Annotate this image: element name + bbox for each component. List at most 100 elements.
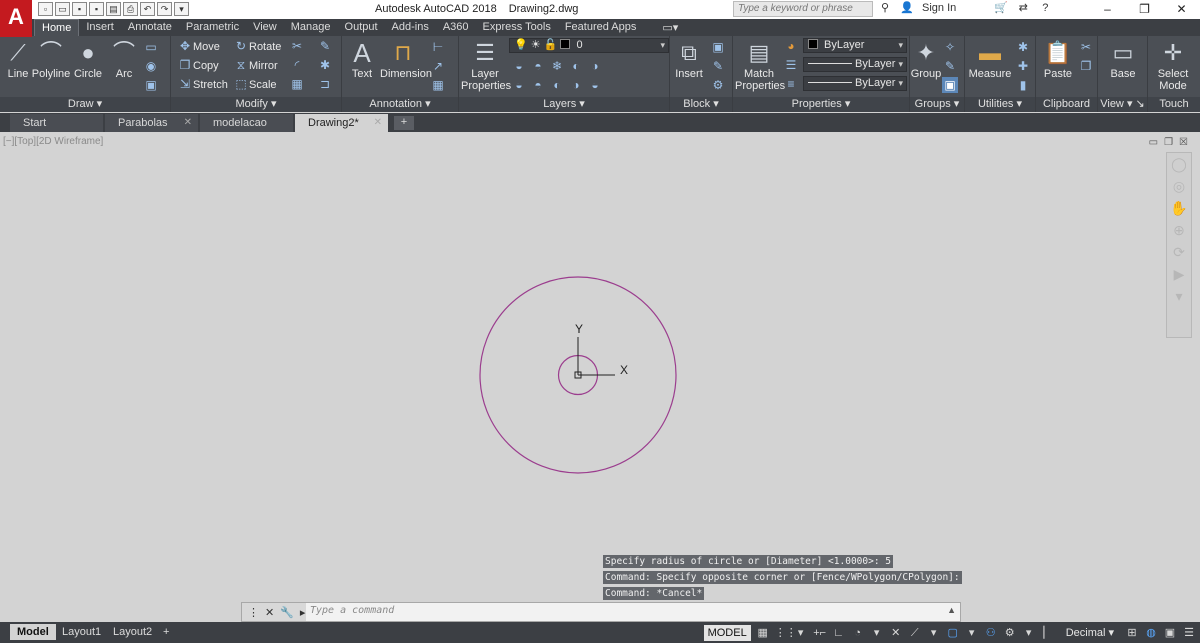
layout-tab-model[interactable]: Model <box>10 624 56 640</box>
panel-title-utilities[interactable]: Utilities ▾ <box>965 97 1035 112</box>
attribute-icon[interactable]: ⚙ <box>710 77 726 93</box>
tab-output[interactable]: Output <box>338 19 385 36</box>
object-snap-dropdown-icon[interactable]: ▾ <box>927 625 941 641</box>
close-tab-icon[interactable]: ✕ <box>374 114 382 132</box>
undo-icon[interactable]: ↶ <box>140 2 155 16</box>
tab-annotate[interactable]: Annotate <box>121 19 179 36</box>
layer-off-icon[interactable]: ◒ <box>511 58 527 74</box>
mirror-button[interactable]: ⧖ Mirror <box>233 56 278 74</box>
color-dropdown[interactable]: ByLayer <box>803 38 907 53</box>
panel-title-draw[interactable]: Draw ▾ <box>0 97 170 112</box>
annotation-monitor-icon[interactable]: ▏ <box>1041 625 1055 641</box>
group-edit-icon[interactable]: ✎ <box>942 58 958 74</box>
group-selection-icon[interactable]: ▣ <box>942 77 958 93</box>
hatch-icon[interactable]: ◉ <box>143 58 159 74</box>
search-input[interactable]: Type a keyword or phrase <box>733 1 873 17</box>
osnap-dropdown-icon[interactable]: ▾ <box>965 625 979 641</box>
sign-in-button[interactable]: Sign In <box>922 2 956 14</box>
cart-icon[interactable]: 🛒 <box>994 1 1008 15</box>
doc-tab-parabolas[interactable]: Parabolas ✕ <box>105 114 198 132</box>
workspace-dropdown-icon[interactable]: ▾ <box>1022 625 1036 641</box>
command-history-toggle-icon[interactable]: ▲ <box>947 605 956 615</box>
copy-button[interactable]: ❐ Copy <box>177 56 219 74</box>
table-icon[interactable]: ▦ <box>430 77 446 93</box>
restore-icon[interactable]: ❐ <box>1126 0 1163 19</box>
move-button[interactable]: ✥ Move <box>177 37 220 55</box>
region-icon[interactable]: ▣ <box>143 77 159 93</box>
panel-title-annotation[interactable]: Annotation ▾ <box>342 97 458 112</box>
layer-freeze-icon[interactable]: ❄ <box>549 58 565 74</box>
explode-icon[interactable]: ✱ <box>317 57 333 73</box>
units-dropdown[interactable]: Decimal ▾ <box>1060 626 1120 639</box>
quick-select-icon[interactable]: ✱ <box>1015 39 1031 55</box>
ortho-icon[interactable]: ∟ <box>832 625 846 641</box>
exchange-icon[interactable]: ⇄ <box>1016 1 1030 15</box>
dynamic-input-icon[interactable]: +⌐ <box>813 625 827 641</box>
isodraft-icon[interactable]: ✕ <box>889 625 903 641</box>
ribbon-minimize-icon[interactable]: ▭▾ <box>655 19 678 36</box>
copy-clip-icon[interactable]: ❐ <box>1078 58 1094 74</box>
measure-button[interactable]: ▬ Measure <box>967 38 1013 80</box>
layer-copy-icon[interactable]: ◒ <box>587 77 603 93</box>
close-tab-icon[interactable]: ✕ <box>184 114 192 132</box>
status-customize-icon[interactable]: ☰ <box>1182 625 1196 641</box>
model-space-toggle[interactable]: MODEL <box>703 624 751 641</box>
tab-parametric[interactable]: Parametric <box>179 19 246 36</box>
stretch-button[interactable]: ⇲ Stretch <box>177 75 228 93</box>
open-file-icon[interactable]: ▭ <box>55 2 70 16</box>
object-snap-icon[interactable]: ▢ <box>946 625 960 641</box>
drawing-canvas[interactable]: [−][Top][2D Wireframe] ▭ ❐ ☒ ◯ ◎ ✋ ⊕ ⟳ ▶… <box>0 132 1200 622</box>
workspace-gear-icon[interactable]: ⚙ <box>1003 625 1017 641</box>
customize-wrench-icon[interactable]: 🔧 <box>280 606 294 619</box>
rectangle-icon[interactable]: ▭ <box>143 39 159 55</box>
linear-dimension-icon[interactable]: ⊢ <box>430 39 446 55</box>
command-input[interactable]: Type a command <box>310 605 394 616</box>
annotation-scale-icon[interactable]: ⚇ <box>984 625 998 641</box>
panel-title-layers[interactable]: Layers ▾ <box>459 97 669 112</box>
save-as-icon[interactable]: ▪ <box>89 2 104 16</box>
polar-tracking-icon[interactable]: ◔ <box>851 625 865 641</box>
app-menu-button[interactable]: A <box>0 0 32 37</box>
layer-unisolate-icon[interactable]: ◒ <box>511 77 527 93</box>
linetype-dropdown[interactable]: ByLayer <box>803 57 907 72</box>
user-icon[interactable]: 👤 <box>900 1 914 15</box>
save-icon[interactable]: ▪ <box>72 2 87 16</box>
cut-icon[interactable]: ✂ <box>1078 39 1094 55</box>
match-properties-button[interactable]: ▤ Match Properties <box>735 38 785 92</box>
lineweight-dropdown[interactable]: ByLayer <box>803 76 907 91</box>
create-block-icon[interactable]: ▣ <box>710 39 726 55</box>
doc-tab-drawing2[interactable]: Drawing2* ✕ <box>295 114 388 132</box>
insert-button[interactable]: ⧉ Insert <box>667 38 711 80</box>
edit-block-icon[interactable]: ✎ <box>710 58 726 74</box>
base-button[interactable]: ▭ Base <box>1101 38 1145 80</box>
trim-icon[interactable]: ✂ <box>289 38 305 54</box>
clean-screen-icon[interactable]: ▣ <box>1163 625 1177 641</box>
panel-title-properties[interactable]: Properties ▾ <box>733 97 909 112</box>
redo-icon[interactable]: ↷ <box>157 2 172 16</box>
isolate-objects-icon[interactable]: ◍ <box>1144 625 1158 641</box>
add-layout-icon[interactable]: + <box>156 624 176 640</box>
panel-title-touch[interactable]: Touch <box>1148 97 1200 112</box>
rotate-button[interactable]: ↻ Rotate <box>233 37 281 55</box>
open-web-icon[interactable]: ▤ <box>106 2 121 16</box>
fillet-icon[interactable]: ◜ <box>289 57 305 73</box>
paste-button[interactable]: 📋 Paste <box>1036 38 1080 80</box>
text-button[interactable]: A Text <box>340 38 384 80</box>
tab-featured-apps[interactable]: Featured Apps <box>558 19 644 36</box>
new-file-icon[interactable]: ▫ <box>38 2 53 16</box>
command-grip-icon[interactable]: ⋮ <box>248 606 259 619</box>
layer-match-icon[interactable]: ◑ <box>587 58 603 74</box>
close-command-icon[interactable]: ✕ <box>265 606 274 619</box>
tab-add-ins[interactable]: Add-ins <box>385 19 436 36</box>
panel-title-view[interactable]: View ▾ ↘ <box>1098 97 1147 112</box>
new-tab-icon[interactable]: + <box>394 116 414 130</box>
tab-a360[interactable]: A360 <box>436 19 476 36</box>
layer-dropdown[interactable]: 💡 ☀ 🔓 0 <box>509 38 669 53</box>
point-icon[interactable]: ✚ <box>1015 58 1031 74</box>
customize-qat-icon[interactable]: ▾ <box>174 2 189 16</box>
panel-title-modify[interactable]: Modify ▾ <box>171 97 341 112</box>
tab-view[interactable]: View <box>246 19 284 36</box>
tab-express-tools[interactable]: Express Tools <box>476 19 558 36</box>
layout-tab-layout1[interactable]: Layout1 <box>55 624 108 640</box>
offset-icon[interactable]: ⊐ <box>317 76 333 92</box>
